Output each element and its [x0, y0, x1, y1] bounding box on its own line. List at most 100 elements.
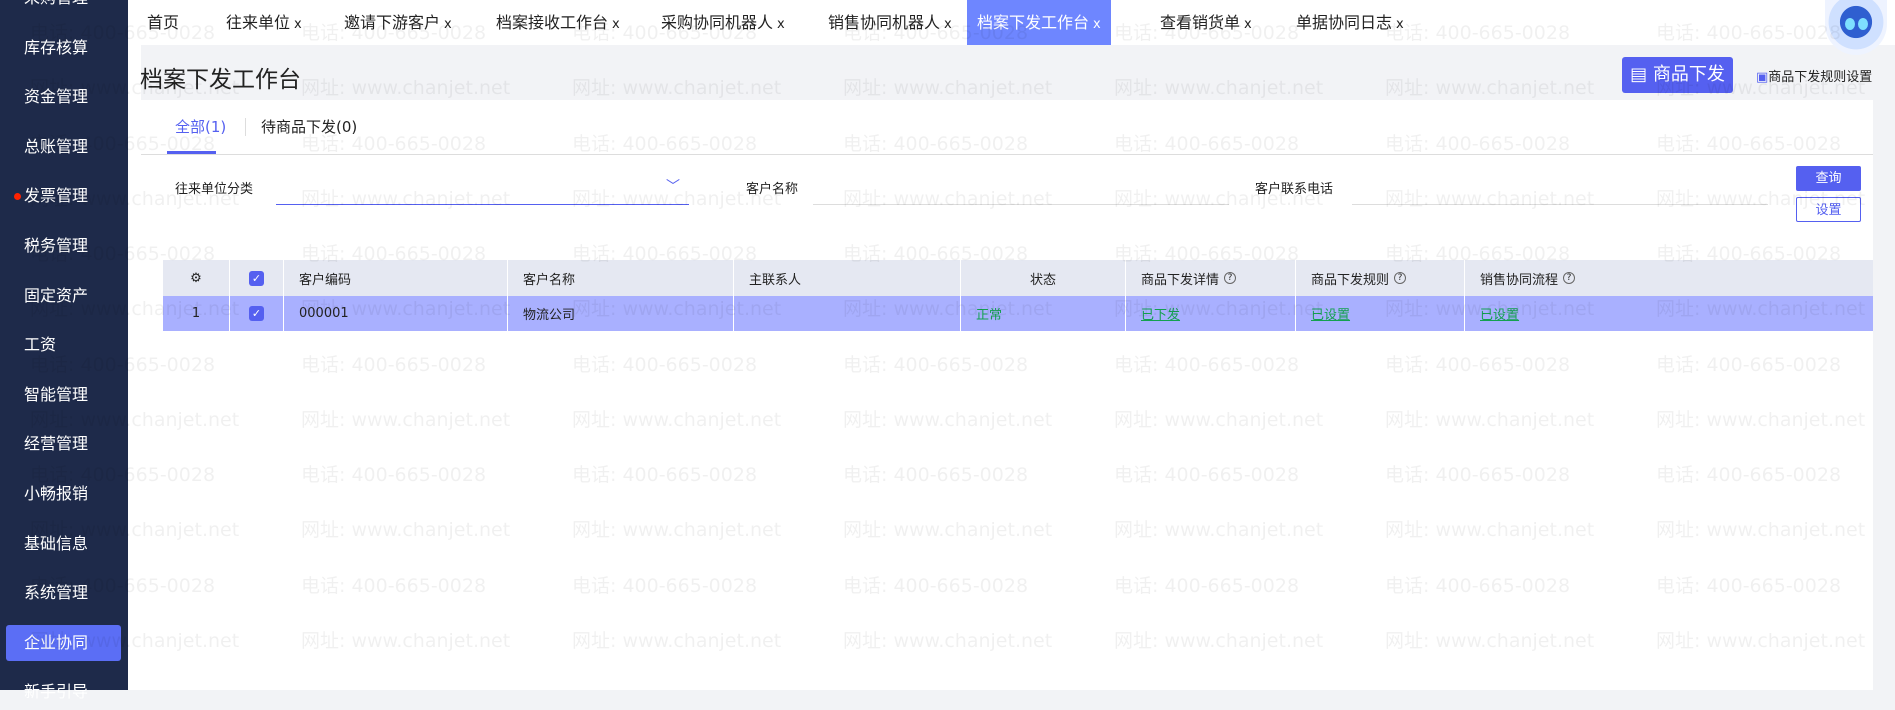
close-icon[interactable]: x: [1244, 17, 1252, 32]
sidebar-item[interactable]: 基础信息: [6, 526, 121, 562]
sidebar-item[interactable]: 采购管理: [6, 0, 121, 16]
sidebar-item-label: 新手引导: [24, 682, 89, 702]
tab[interactable]: 首页: [147, 0, 179, 45]
watermark-text: 网址: www.chanjet.net: [843, 77, 1053, 99]
tab[interactable]: 采购协同机器人 x: [661, 0, 785, 45]
sidebar-item[interactable]: 智能管理: [6, 377, 121, 413]
tab[interactable]: 档案接收工作台 x: [496, 0, 620, 45]
tab-label: 档案下发工作台: [977, 13, 1090, 32]
close-icon[interactable]: x: [294, 17, 302, 32]
table-header: ⚙ ✓ 客户编码 客户名称 主联系人 状态 商品下发详情? 商品下发规则? 销售…: [163, 260, 1873, 296]
header-status: 状态: [961, 260, 1126, 296]
subtab-pending[interactable]: 待商品下发(0): [261, 116, 357, 137]
watermark-text: 网址: www.chanjet.net: [1114, 77, 1324, 99]
tab[interactable]: 销售协同机器人 x: [828, 0, 952, 45]
sidebar-item[interactable]: 固定资产: [6, 278, 121, 314]
tab[interactable]: 邀请下游客户 x: [344, 0, 452, 45]
sidebar-item[interactable]: 库存核算: [6, 30, 121, 66]
header-contact: 主联系人: [734, 260, 961, 296]
sidebar-item[interactable]: 税务管理: [6, 228, 121, 264]
sidebar-item-label: 工资: [24, 335, 57, 355]
sidebar-item[interactable]: 经营管理: [6, 426, 121, 462]
close-icon[interactable]: x: [444, 17, 452, 32]
sidebar-item-label: 库存核算: [24, 37, 89, 57]
sidebar-item-label: 基础信息: [24, 533, 89, 553]
sidebar-edge: [128, 0, 141, 690]
header-name: 客户名称: [508, 260, 734, 296]
detail-link[interactable]: 已下发: [1141, 304, 1180, 323]
sidebar-item[interactable]: 资金管理: [6, 79, 121, 115]
rule-settings-link[interactable]: ▣商品下发规则设置: [1756, 66, 1872, 85]
sidebar-item[interactable]: 企业协同: [6, 624, 121, 661]
category-select[interactable]: [276, 183, 689, 205]
subtab-all[interactable]: 全部(1): [175, 116, 226, 137]
tab-label: 采购协同机器人: [661, 13, 774, 32]
row-checkbox[interactable]: ✓: [249, 306, 264, 321]
category-label: 往来单位分类: [175, 182, 254, 197]
tab[interactable]: 往来单位 x: [226, 0, 302, 45]
select-all-checkbox[interactable]: ✓: [249, 270, 264, 286]
calendar-gear-icon: ▣: [1756, 70, 1769, 85]
close-icon[interactable]: x: [1093, 17, 1101, 32]
sidebar-item[interactable]: 小畅报销: [6, 476, 121, 512]
sidebar-item[interactable]: 新手引导: [6, 674, 121, 710]
customer-name-label: 客户名称: [746, 182, 799, 197]
cell-code: 000001: [284, 296, 508, 331]
sidebar: 采购管理库存核算资金管理总账管理发票管理税务管理固定资产工资智能管理经营管理小畅…: [0, 0, 128, 701]
column-settings-icon[interactable]: ⚙: [163, 260, 230, 296]
customer-name-input[interactable]: [813, 183, 1229, 205]
sidebar-item-label: 总账管理: [24, 136, 89, 156]
tab-label: 查看销货单: [1160, 13, 1241, 32]
sidebar-item[interactable]: 发票管理: [6, 178, 121, 214]
sidebar-item-label: 企业协同: [24, 632, 89, 652]
watermark-text: 网址: www.chanjet.net: [572, 77, 782, 99]
flow-link[interactable]: 已设置: [1480, 304, 1519, 323]
customer-phone-label: 客户联系电话: [1255, 182, 1334, 197]
tab-label: 档案接收工作台: [496, 13, 609, 32]
content-card: 全部(1) 待商品下发(0) 往来单位分类 ﹀ 客户名称 客户联系电话 查询 设…: [141, 100, 1873, 690]
query-button[interactable]: 查询: [1796, 166, 1861, 191]
issue-goods-button[interactable]: ▤ 商品下发: [1622, 57, 1733, 93]
tab-label: 邀请下游客户: [344, 13, 441, 32]
sidebar-item-label: 发票管理: [24, 186, 89, 206]
sidebar-item-label: 经营管理: [24, 434, 89, 454]
sidebar-item-label: 系统管理: [24, 583, 89, 603]
tab-label: 单据协同日志: [1296, 13, 1393, 32]
sidebar-item[interactable]: 总账管理: [6, 129, 121, 165]
header-rule: 商品下发规则?: [1296, 260, 1465, 296]
settings-button[interactable]: 设置: [1796, 197, 1861, 222]
close-icon[interactable]: x: [612, 17, 620, 32]
close-icon[interactable]: x: [777, 17, 785, 32]
help-icon[interactable]: ?: [1394, 272, 1407, 284]
divider: [141, 154, 1873, 155]
help-icon[interactable]: ?: [1224, 272, 1237, 284]
header-detail: 商品下发详情?: [1126, 260, 1296, 296]
tab[interactable]: 查看销货单 x: [1160, 0, 1252, 45]
close-icon[interactable]: x: [1396, 17, 1404, 32]
tab[interactable]: 单据协同日志 x: [1296, 0, 1404, 45]
help-icon[interactable]: ?: [1563, 272, 1576, 284]
sidebar-item-label: 税务管理: [24, 236, 89, 255]
assistant-robot-icon[interactable]: [1825, 0, 1887, 55]
cell-name: 物流公司: [508, 296, 734, 331]
cell-status: 正常: [961, 296, 1126, 331]
document-icon: ▤: [1630, 64, 1653, 85]
tab[interactable]: 档案下发工作台 x: [967, 0, 1111, 45]
chevron-down-icon[interactable]: ﹀: [666, 176, 680, 196]
sidebar-item-label: 资金管理: [24, 87, 89, 107]
sidebar-item[interactable]: 工资: [6, 327, 121, 363]
table-row[interactable]: 1 ✓ 000001 物流公司 正常 已下发 已设置 已设置: [163, 296, 1873, 331]
customer-phone-input[interactable]: [1352, 183, 1768, 205]
tab-bar: 首页 往来单位 x 邀请下游客户 x 档案接收工作台 x 采购协同机器人 x 销售协同机器人 x 档案…: [128, 0, 1895, 45]
sidebar-item[interactable]: 系统管理: [6, 575, 121, 611]
close-icon[interactable]: x: [944, 17, 952, 32]
sidebar-item-label: 智能管理: [24, 384, 89, 404]
watermark-text: 网址: www.chanjet.net: [1385, 77, 1595, 99]
sidebar-item-label: 固定资产: [24, 285, 89, 305]
tab-label: 销售协同机器人: [828, 13, 941, 32]
tab-label: 往来单位: [226, 13, 291, 32]
rule-link[interactable]: 已设置: [1311, 304, 1350, 323]
subtab-divider: [245, 118, 246, 136]
sidebar-item-label: 小畅报销: [24, 484, 89, 503]
watermark-text: 网址: www.chanjet.net: [301, 77, 511, 99]
